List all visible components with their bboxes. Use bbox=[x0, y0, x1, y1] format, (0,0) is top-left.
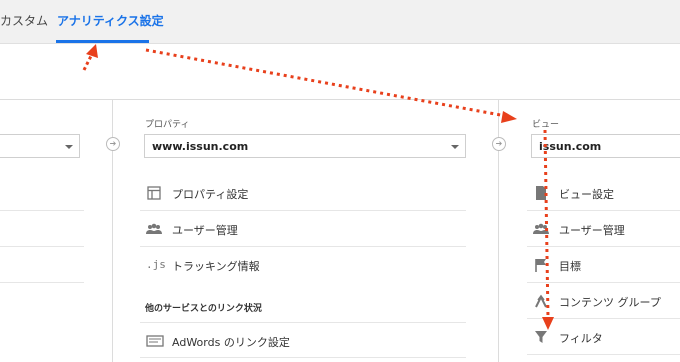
annotation-arrows bbox=[82, 44, 554, 330]
annotation-arrow-to-filter bbox=[542, 129, 554, 330]
annotation-arrow-to-view bbox=[145, 48, 517, 123]
annotation-arrow-to-tab bbox=[82, 44, 98, 71]
